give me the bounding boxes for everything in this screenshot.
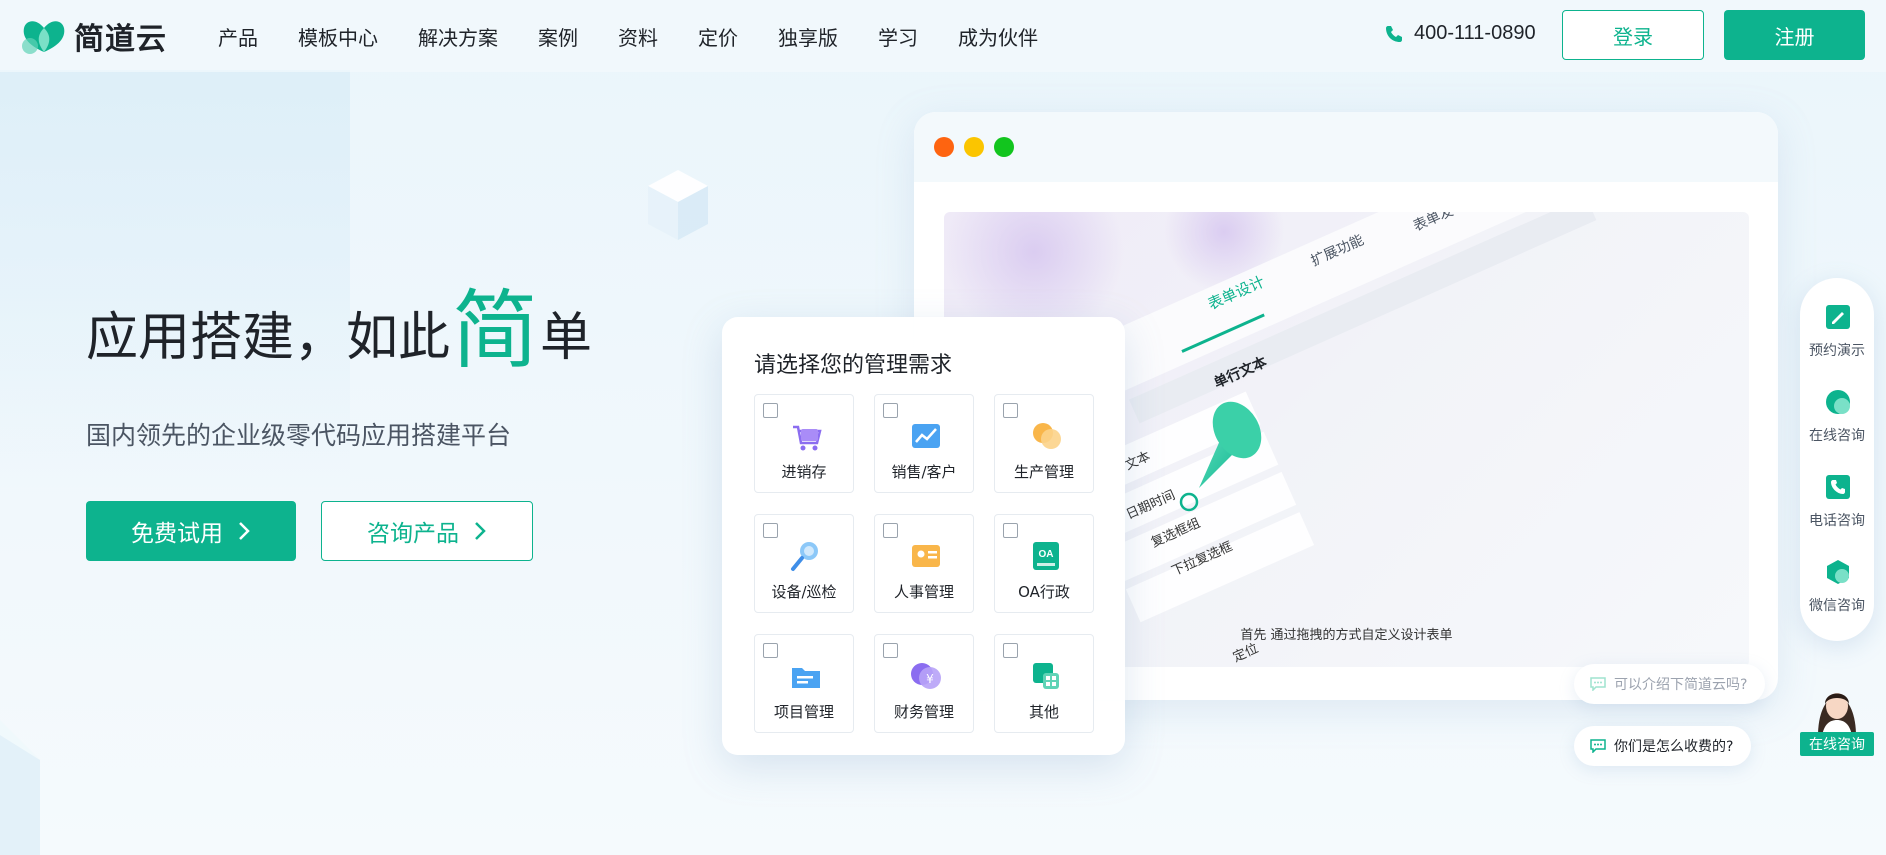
main-nav: 产品 模板中心 解决方案 案例 资料 定价 独享版 学习 成为伙伴: [218, 0, 1078, 72]
option-label: 进销存: [781, 463, 827, 481]
hero-subtitle: 国内领先的企业级零代码应用搭建平台: [86, 421, 512, 450]
phone-consult-icon: [1826, 475, 1850, 499]
option-other[interactable]: 其他: [994, 634, 1094, 733]
hero-title: 应用搭建，如此 简 单: [86, 284, 593, 374]
option-hr[interactable]: 人事管理: [874, 514, 974, 613]
free-trial-button[interactable]: 免费试用: [86, 501, 296, 561]
demo-icon: [1826, 305, 1850, 329]
finance-icon: ¥: [911, 663, 941, 689]
project-icon: [792, 668, 820, 688]
nav-item-cases[interactable]: 案例: [538, 22, 578, 51]
sidebar-label: 预约演示: [1809, 343, 1865, 359]
inspection-icon: [791, 542, 818, 571]
nav-item-partner[interactable]: 成为伙伴: [958, 22, 1038, 51]
svg-text:¥: ¥: [926, 672, 934, 686]
phone-text: 400-111-0890: [1414, 22, 1536, 44]
production-icon: [1033, 423, 1061, 449]
chat-suggestion-text: 可以介绍下简道云吗?: [1614, 677, 1748, 693]
nav-item-product[interactable]: 产品: [218, 22, 258, 51]
option-equipment-inspection[interactable]: 设备/巡检: [754, 514, 854, 613]
logo-icon: [22, 21, 65, 54]
option-checkbox[interactable]: [883, 643, 898, 658]
option-checkbox[interactable]: [1003, 403, 1018, 418]
svg-text:OA: OA: [1039, 549, 1054, 560]
cart-icon: [793, 425, 822, 451]
hero-title-accent: 简: [452, 281, 539, 381]
online-consult-agent[interactable]: 在线咨询: [1800, 676, 1874, 760]
option-label: 销售/客户: [891, 463, 957, 481]
option-finance[interactable]: ¥ 财务管理: [874, 634, 974, 733]
hero-title-pre: 应用搭建，如此: [86, 308, 451, 368]
brand-name: 简道云: [74, 22, 167, 57]
window-close-dot: [934, 137, 954, 157]
nav-item-pricing[interactable]: 定价: [698, 22, 738, 51]
phone-icon: [1386, 25, 1402, 42]
chevron-right-icon: [239, 522, 250, 540]
needs-selector-card: 请选择您的管理需求 进销存 销售/客户 生产管理 设备/巡检 人事管理 OA O…: [722, 317, 1125, 755]
sidebar-item-phone-consult[interactable]: 电话咨询: [1800, 458, 1874, 538]
agent-label: 在线咨询: [1800, 732, 1874, 756]
top-header: 简道云 产品 模板中心 解决方案 案例 资料 定价 独享版 学习 成为伙伴 40…: [0, 0, 1886, 72]
nav-item-templates[interactable]: 模板中心: [298, 22, 378, 51]
floating-contact-sidebar: 预约演示 在线咨询 电话咨询 微信咨询: [1800, 278, 1874, 641]
option-oa[interactable]: OA OA行政: [994, 514, 1094, 613]
window-minimize-dot: [964, 137, 984, 157]
other-icon: [1033, 663, 1059, 689]
background-shape-decoration: [0, 720, 40, 855]
sidebar-item-demo[interactable]: 预约演示: [1800, 288, 1874, 368]
option-checkbox[interactable]: [883, 403, 898, 418]
option-label: 设备/巡检: [771, 583, 837, 601]
option-sales-customer[interactable]: 销售/客户: [874, 394, 974, 493]
option-label: 其他: [1028, 703, 1059, 721]
option-production[interactable]: 生产管理: [994, 394, 1094, 493]
chevron-right-icon: [475, 522, 486, 540]
option-checkbox[interactable]: [883, 523, 898, 538]
wechat-icon: [1827, 560, 1849, 584]
nav-item-learn[interactable]: 学习: [878, 22, 918, 51]
consult-product-button[interactable]: 咨询产品: [321, 501, 533, 561]
option-inventory[interactable]: 进销存: [754, 394, 854, 493]
chart-icon: [912, 424, 940, 448]
nav-item-resources[interactable]: 资料: [618, 22, 658, 51]
chat-bubble-icon: [1590, 739, 1606, 753]
option-checkbox[interactable]: [763, 523, 778, 538]
option-label: 财务管理: [893, 703, 954, 721]
option-project[interactable]: 项目管理: [754, 634, 854, 733]
option-checkbox[interactable]: [763, 643, 778, 658]
chat-suggestion-text: 你们是怎么收费的?: [1614, 739, 1734, 755]
free-trial-label: 免费试用: [131, 521, 223, 547]
sidebar-label: 电话咨询: [1809, 513, 1865, 529]
nav-item-private[interactable]: 独享版: [778, 22, 838, 51]
window-maximize-dot: [994, 137, 1014, 157]
option-checkbox[interactable]: [1003, 523, 1018, 538]
hero-title-post: 单: [540, 308, 593, 368]
option-label: 项目管理: [773, 703, 834, 721]
consult-product-label: 咨询产品: [367, 521, 459, 547]
chat-bubble-icon: [1590, 677, 1606, 691]
option-label: 生产管理: [1013, 463, 1074, 481]
oa-icon: OA: [1033, 542, 1059, 570]
nav-item-solutions[interactable]: 解决方案: [418, 22, 498, 51]
online-chat-icon: [1826, 390, 1850, 414]
cube-decoration-icon: [648, 170, 708, 240]
sidebar-item-online-chat[interactable]: 在线咨询: [1800, 373, 1874, 453]
agent-avatar: [1818, 693, 1856, 736]
needs-selector-title: 请选择您的管理需求: [754, 353, 953, 378]
register-button[interactable]: 注册: [1724, 10, 1865, 60]
browser-titlebar: [914, 112, 1778, 182]
phone-number[interactable]: 400-111-0890: [1384, 22, 1536, 45]
option-checkbox[interactable]: [1003, 643, 1018, 658]
login-button[interactable]: 登录: [1562, 10, 1704, 60]
option-checkbox[interactable]: [763, 403, 778, 418]
sidebar-label: 在线咨询: [1809, 428, 1865, 444]
hr-icon: [912, 545, 940, 567]
option-label: OA行政: [1018, 583, 1070, 601]
sidebar-item-wechat[interactable]: 微信咨询: [1800, 543, 1874, 623]
chat-suggestion-pricing[interactable]: 你们是怎么收费的?: [1574, 726, 1752, 766]
option-label: 人事管理: [893, 583, 954, 601]
brand-logo[interactable]: 简道云: [20, 14, 167, 58]
chat-suggestion-intro[interactable]: 可以介绍下简道云吗?: [1574, 664, 1766, 704]
sidebar-label: 微信咨询: [1809, 598, 1865, 614]
